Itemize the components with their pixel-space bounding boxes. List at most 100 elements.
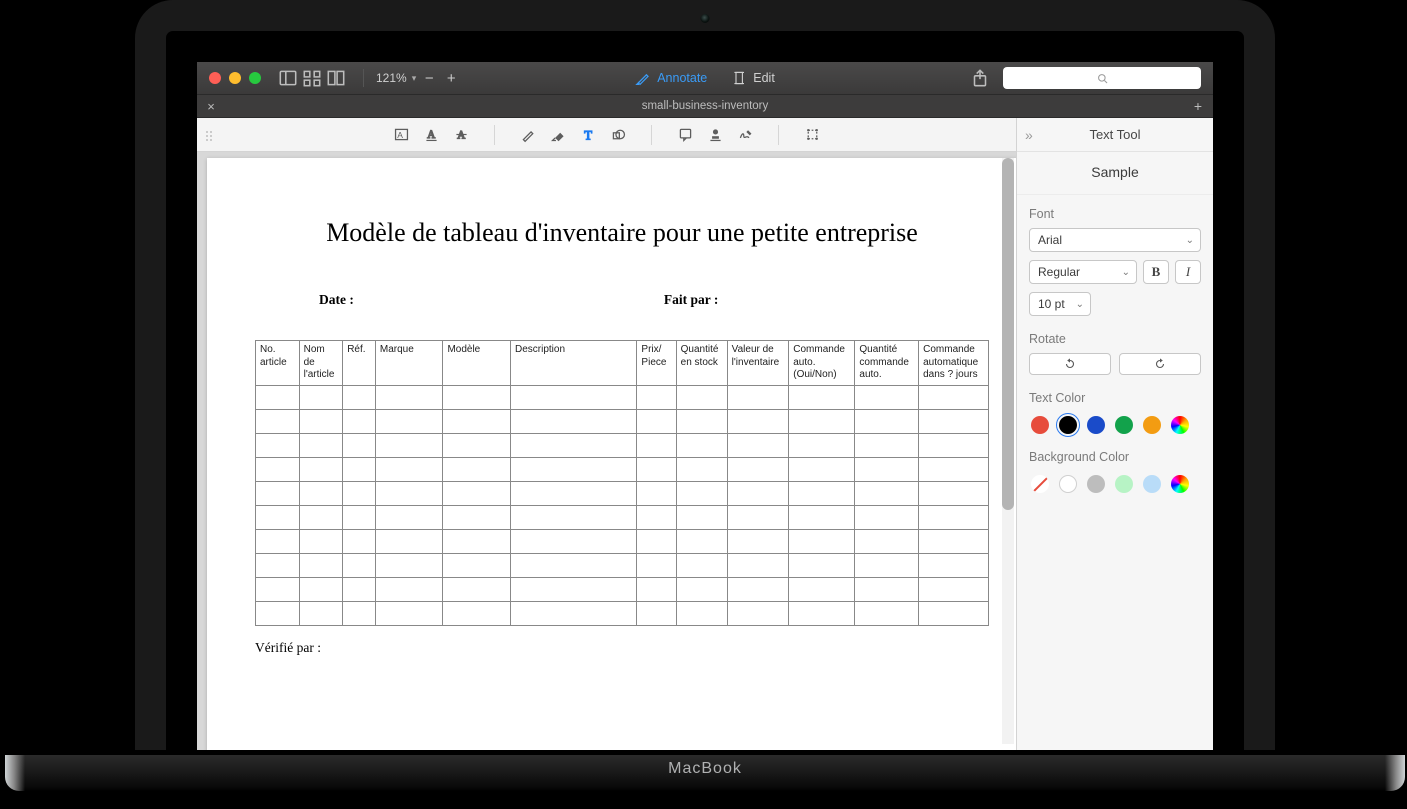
close-window-button[interactable] [209,72,221,84]
table-cell[interactable] [299,457,343,481]
table-cell[interactable] [637,505,676,529]
drag-handle-icon[interactable] [205,130,212,142]
strikethrough-tool-icon[interactable]: A [448,122,474,148]
table-cell[interactable] [256,577,300,601]
font-family-select[interactable]: Arial ⌄ [1029,228,1201,252]
table-cell[interactable] [727,433,789,457]
table-cell[interactable] [919,505,989,529]
table-cell[interactable] [855,577,919,601]
table-cell[interactable] [919,409,989,433]
stamp-tool-icon[interactable] [702,122,728,148]
table-cell[interactable] [256,505,300,529]
tab-title[interactable]: small-business-inventory [197,100,1213,112]
bg-color-swatch[interactable] [1115,475,1133,493]
table-cell[interactable] [676,529,727,553]
table-cell[interactable] [343,601,376,625]
table-cell[interactable] [443,433,511,457]
table-cell[interactable] [375,601,443,625]
table-cell[interactable] [511,529,637,553]
table-cell[interactable] [637,481,676,505]
table-cell[interactable] [299,577,343,601]
table-cell[interactable] [789,481,855,505]
table-cell[interactable] [256,553,300,577]
collapse-sidebar-icon[interactable]: » [1025,127,1033,143]
bg-color-swatch[interactable] [1059,475,1077,493]
rotate-cw-button[interactable] [1119,353,1201,375]
table-cell[interactable] [343,481,376,505]
rotate-ccw-button[interactable] [1029,353,1111,375]
table-cell[interactable] [855,553,919,577]
table-cell[interactable] [919,553,989,577]
table-cell[interactable] [789,433,855,457]
zoom-out-button[interactable]: − [420,70,438,87]
table-cell[interactable] [343,529,376,553]
table-cell[interactable] [511,409,637,433]
table-cell[interactable] [375,505,443,529]
table-cell[interactable] [511,577,637,601]
table-cell[interactable] [443,409,511,433]
table-cell[interactable] [443,577,511,601]
table-cell[interactable] [637,385,676,409]
bg-color-swatch[interactable] [1143,475,1161,493]
bg-color-none-swatch[interactable] [1031,475,1049,493]
table-cell[interactable] [299,505,343,529]
table-cell[interactable] [375,457,443,481]
table-cell[interactable] [637,409,676,433]
pencil-tool-icon[interactable] [515,122,541,148]
table-cell[interactable] [637,553,676,577]
text-color-swatch[interactable] [1143,416,1161,434]
table-cell[interactable] [299,409,343,433]
table-cell[interactable] [256,385,300,409]
table-cell[interactable] [919,457,989,481]
table-cell[interactable] [727,577,789,601]
table-cell[interactable] [727,529,789,553]
table-cell[interactable] [375,433,443,457]
table-cell[interactable] [637,457,676,481]
table-cell[interactable] [299,601,343,625]
note-tool-icon[interactable] [672,122,698,148]
text-color-swatch[interactable] [1087,416,1105,434]
bold-button[interactable]: B [1143,260,1169,284]
table-cell[interactable] [789,553,855,577]
table-cell[interactable] [511,481,637,505]
scrollbar-vertical[interactable] [1002,158,1014,744]
table-cell[interactable] [855,505,919,529]
text-color-swatch[interactable] [1115,416,1133,434]
search-input[interactable] [1003,67,1201,89]
table-cell[interactable] [343,505,376,529]
table-cell[interactable] [511,433,637,457]
table-cell[interactable] [443,529,511,553]
italic-button[interactable]: I [1175,260,1201,284]
table-cell[interactable] [299,433,343,457]
color-picker-swatch[interactable] [1171,475,1189,493]
table-cell[interactable] [256,409,300,433]
table-cell[interactable] [375,577,443,601]
table-cell[interactable] [919,481,989,505]
table-cell[interactable] [855,385,919,409]
table-cell[interactable] [727,505,789,529]
table-cell[interactable] [299,385,343,409]
table-cell[interactable] [343,433,376,457]
table-cell[interactable] [299,553,343,577]
zoom-level[interactable]: 121% [376,71,407,85]
table-cell[interactable] [919,385,989,409]
table-cell[interactable] [511,505,637,529]
table-cell[interactable] [343,553,376,577]
table-cell[interactable] [676,481,727,505]
table-cell[interactable] [256,433,300,457]
font-weight-select[interactable]: Regular ⌄ [1029,260,1137,284]
table-cell[interactable] [727,601,789,625]
underline-tool-icon[interactable]: A [418,122,444,148]
table-cell[interactable] [676,601,727,625]
table-cell[interactable] [443,553,511,577]
table-cell[interactable] [375,409,443,433]
table-cell[interactable] [789,529,855,553]
table-cell[interactable] [443,601,511,625]
table-cell[interactable] [299,529,343,553]
table-cell[interactable] [343,577,376,601]
table-cell[interactable] [256,601,300,625]
crop-selection-icon[interactable] [799,122,825,148]
table-cell[interactable] [511,601,637,625]
table-cell[interactable] [443,481,511,505]
table-cell[interactable] [676,553,727,577]
